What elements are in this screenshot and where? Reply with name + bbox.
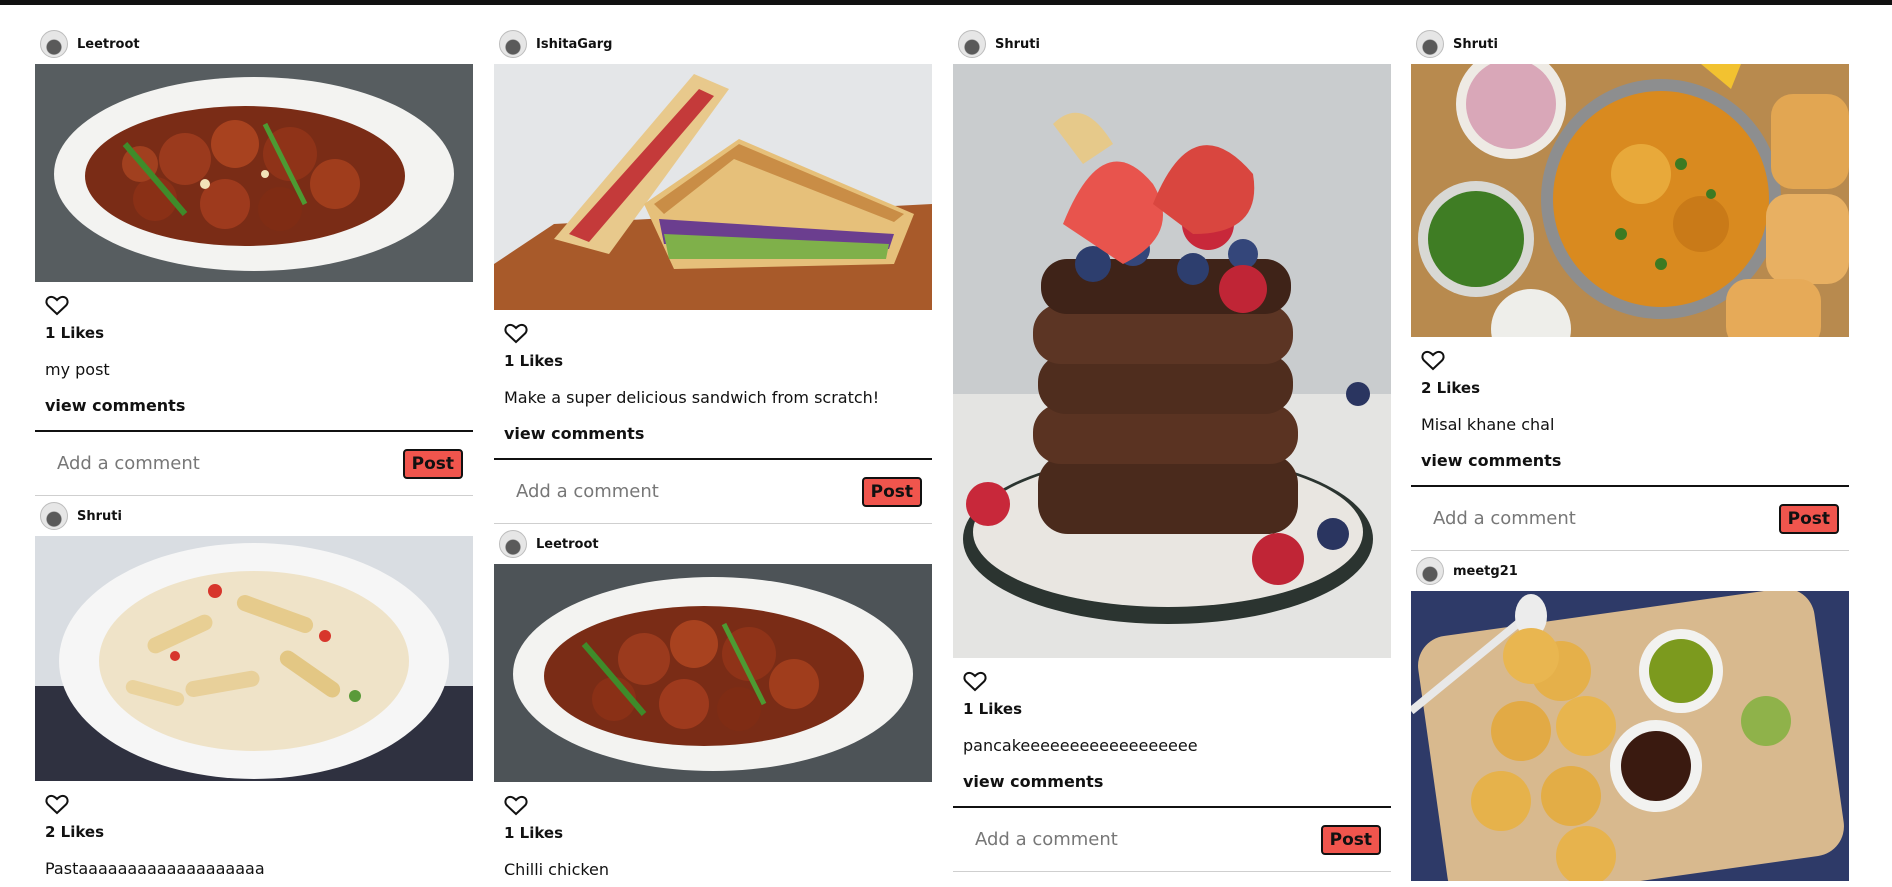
username[interactable]: Leetroot — [77, 37, 140, 52]
post-image-chilli-chicken[interactable] — [35, 64, 473, 282]
username[interactable]: Shruti — [995, 37, 1040, 52]
top-bar — [0, 0, 1892, 5]
likes-count: 1 Likes — [45, 324, 105, 342]
username[interactable]: Leetroot — [536, 537, 599, 552]
username[interactable]: IshitaGarg — [536, 37, 612, 52]
post-image-pancakes[interactable] — [953, 64, 1391, 658]
post-actions — [35, 781, 473, 817]
post-caption: Chilli chicken — [504, 860, 610, 879]
post-caption: Make a super delicious sandwich from scr… — [504, 388, 880, 407]
likes-count: 1 Likes — [504, 352, 564, 370]
post-image-chilli-chicken[interactable] — [494, 564, 932, 782]
post-image-pani-puri[interactable] — [1411, 591, 1849, 881]
username[interactable]: Shruti — [77, 509, 122, 524]
post-card: meetg21 — [1411, 557, 1849, 881]
post-header: meetg21 — [1411, 557, 1849, 585]
heart-icon[interactable] — [1421, 349, 1445, 371]
avatar[interactable] — [40, 502, 68, 530]
avatar[interactable] — [499, 530, 527, 558]
heart-icon[interactable] — [504, 794, 528, 816]
post-image-pasta[interactable] — [35, 536, 473, 781]
post-caption: my post — [45, 360, 110, 379]
username[interactable]: Shruti — [1453, 37, 1498, 52]
avatar[interactable] — [499, 30, 527, 58]
feed-column-3: Shruti 1 Likes pancakeeeeeeeeeeeeeeeeee … — [953, 30, 1391, 872]
post-image-misal[interactable] — [1411, 64, 1849, 337]
post-actions — [35, 282, 473, 318]
post-card: Shruti 1 Likes pancakeeeeeeeeeeeeeeeeee … — [953, 30, 1391, 872]
comment-input[interactable] — [55, 452, 389, 475]
avatar[interactable] — [1416, 30, 1444, 58]
post-actions — [1411, 337, 1849, 373]
post-header: Leetroot — [494, 530, 932, 558]
comment-form: Post — [494, 458, 932, 524]
heart-icon[interactable] — [45, 793, 69, 815]
likes-count: 2 Likes — [45, 823, 105, 841]
feed-column-1: Leetroot 1 Likes my post view comments A… — [35, 30, 473, 881]
feed-column-2: IshitaGarg 1 Likes Make a super deliciou… — [494, 30, 932, 882]
post-card: Shruti 2 Likes Misal khane chal view com… — [1411, 30, 1849, 551]
post-caption: Misal khane chal — [1421, 415, 1555, 434]
likes-count: 1 Likes — [504, 824, 564, 842]
comment-form: Post — [1411, 485, 1849, 551]
post-header: Shruti — [35, 502, 473, 530]
comment-input[interactable] — [1431, 507, 1765, 530]
comment-input[interactable] — [514, 480, 848, 503]
heart-icon[interactable] — [45, 294, 69, 316]
post-comment-button[interactable]: Post — [1778, 503, 1839, 534]
avatar[interactable] — [40, 30, 68, 58]
post-card: Leetroot 1 Likes my post view comments A… — [35, 30, 473, 496]
avatar[interactable] — [1416, 557, 1444, 585]
post-header: IshitaGarg — [494, 30, 932, 58]
comment-form: Post — [953, 806, 1391, 872]
heart-icon[interactable] — [963, 670, 987, 692]
post-card: Shruti 2 Likes Pastaaaaaaaaaaaaaaaaaaa — [35, 502, 473, 881]
username[interactable]: meetg21 — [1453, 564, 1518, 579]
likes-count: 2 Likes — [1421, 379, 1481, 397]
post-card: Leetroot 1 Likes Chilli chicken — [494, 530, 932, 882]
post-actions — [494, 782, 932, 818]
heart-icon[interactable] — [504, 322, 528, 344]
avatar[interactable] — [958, 30, 986, 58]
post-card: IshitaGarg 1 Likes Make a super deliciou… — [494, 30, 932, 524]
comment-form: Post — [35, 430, 473, 496]
post-comment-button[interactable]: Post — [402, 448, 463, 479]
post-image-sandwich[interactable] — [494, 64, 932, 310]
post-caption: Pastaaaaaaaaaaaaaaaaaaa — [45, 859, 265, 878]
likes-count: 1 Likes — [963, 700, 1023, 718]
post-actions — [494, 310, 932, 346]
post-caption: pancakeeeeeeeeeeeeeeeeee — [963, 736, 1198, 755]
view-comments-link[interactable]: view comments — [953, 758, 1391, 794]
post-header: Shruti — [1411, 30, 1849, 58]
view-comments-link[interactable]: view comments — [35, 382, 473, 418]
feed-column-4: Shruti 2 Likes Misal khane chal view com… — [1411, 30, 1849, 881]
post-header: Leetroot — [35, 30, 473, 58]
comment-input[interactable] — [973, 828, 1307, 851]
post-header: Shruti — [953, 30, 1391, 58]
view-comments-link[interactable]: view comments — [494, 410, 932, 446]
post-comment-button[interactable]: Post — [861, 476, 922, 507]
post-comment-button[interactable]: Post — [1320, 824, 1381, 855]
post-actions — [953, 658, 1391, 694]
view-comments-link[interactable]: view comments — [1411, 437, 1849, 473]
